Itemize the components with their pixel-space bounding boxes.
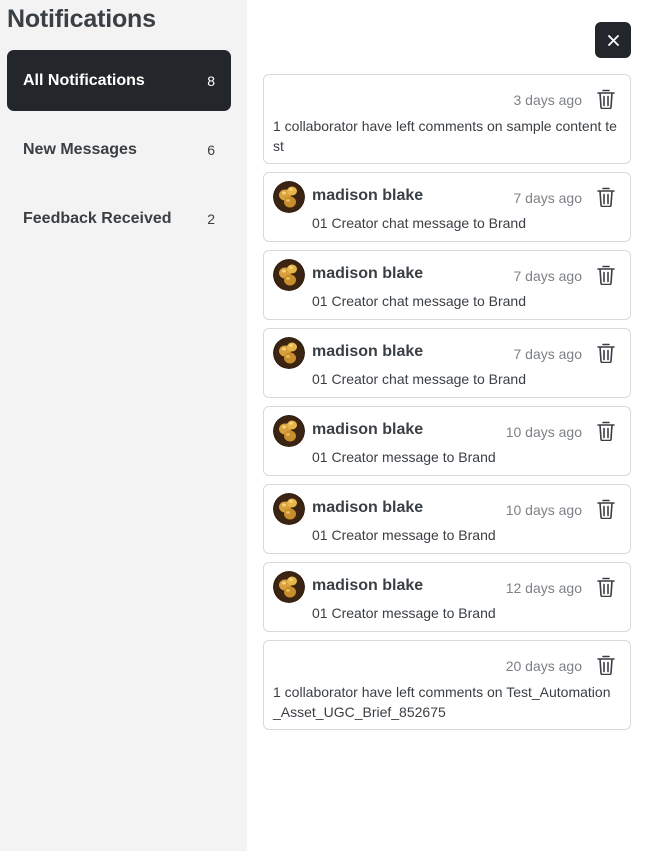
- notification-message: 01 Creator chat message to Brand: [312, 293, 527, 309]
- avatar: [273, 259, 305, 291]
- notification-time: 10 days ago: [505, 502, 582, 518]
- notification-time: 7 days ago: [513, 190, 583, 206]
- notification-message: 01 Creator message to Brand: [312, 605, 496, 621]
- sidebar: Notifications All Notifications 8 New Me…: [0, 0, 247, 851]
- notification-time: 7 days ago: [513, 346, 583, 362]
- trash-icon[interactable]: [597, 655, 615, 675]
- avatar: [273, 493, 305, 525]
- notification-time: 20 days ago: [505, 658, 582, 674]
- notification-item[interactable]: 3 days ago 1 collaborator have left comm…: [263, 74, 631, 164]
- sidebar-item-label: Feedback Received: [23, 209, 172, 227]
- close-button[interactable]: [595, 22, 631, 58]
- sidebar-item-count: 8: [207, 72, 215, 89]
- notification-message: 1 collaborator have left comments on Tes…: [273, 684, 611, 720]
- avatar: [273, 571, 305, 603]
- trash-icon[interactable]: [597, 499, 615, 519]
- close-icon: [607, 34, 619, 46]
- sender-name: madison blake: [312, 187, 424, 204]
- sidebar-item-new-messages[interactable]: New Messages 6: [7, 119, 231, 180]
- notification-item[interactable]: madison blake 12 days ago 01 Creator mes…: [263, 562, 631, 632]
- sender-name: madison blake: [312, 577, 424, 594]
- notification-message: 01 Creator message to Brand: [312, 527, 496, 543]
- trash-icon[interactable]: [597, 421, 615, 441]
- sender-name: madison blake: [312, 499, 424, 516]
- notification-item[interactable]: 20 days ago 1 collaborator have left com…: [263, 640, 631, 730]
- sender-name: madison blake: [312, 265, 424, 282]
- notification-item[interactable]: madison blake 10 days ago 01 Creator mes…: [263, 406, 631, 476]
- sidebar-item-feedback-received[interactable]: Feedback Received 2: [7, 188, 231, 249]
- sidebar-item-count: 2: [207, 210, 215, 227]
- sidebar-item-all-notifications[interactable]: All Notifications 8: [7, 50, 231, 111]
- notification-message: 1 collaborator have left comments on sam…: [273, 118, 617, 154]
- notification-item[interactable]: madison blake 7 days ago 01 Creator chat…: [263, 250, 631, 320]
- notification-item[interactable]: madison blake 7 days ago 01 Creator chat…: [263, 328, 631, 398]
- sidebar-item-count: 6: [207, 141, 215, 158]
- trash-icon[interactable]: [597, 265, 615, 285]
- trash-icon[interactable]: [597, 187, 615, 207]
- trash-icon[interactable]: [597, 343, 615, 363]
- sender-name: madison blake: [312, 343, 424, 360]
- sender-name: madison blake: [312, 421, 424, 438]
- avatar: [273, 181, 305, 213]
- trash-icon[interactable]: [597, 577, 615, 597]
- notification-message: 01 Creator chat message to Brand: [312, 371, 527, 387]
- notification-item[interactable]: madison blake 7 days ago 01 Creator chat…: [263, 172, 631, 242]
- notification-time: 3 days ago: [513, 92, 583, 108]
- notification-time: 12 days ago: [505, 580, 582, 596]
- avatar: [273, 415, 305, 447]
- notification-time: 7 days ago: [513, 268, 583, 284]
- page-title: Notifications: [7, 5, 156, 33]
- avatar: [273, 337, 305, 369]
- notification-item[interactable]: madison blake 10 days ago 01 Creator mes…: [263, 484, 631, 554]
- notification-message: 01 Creator chat message to Brand: [312, 215, 527, 231]
- trash-icon[interactable]: [597, 89, 615, 109]
- notification-message: 01 Creator message to Brand: [312, 449, 496, 465]
- notification-time: 10 days ago: [505, 424, 582, 440]
- sidebar-item-label: New Messages: [23, 140, 137, 158]
- sidebar-item-label: All Notifications: [23, 71, 145, 89]
